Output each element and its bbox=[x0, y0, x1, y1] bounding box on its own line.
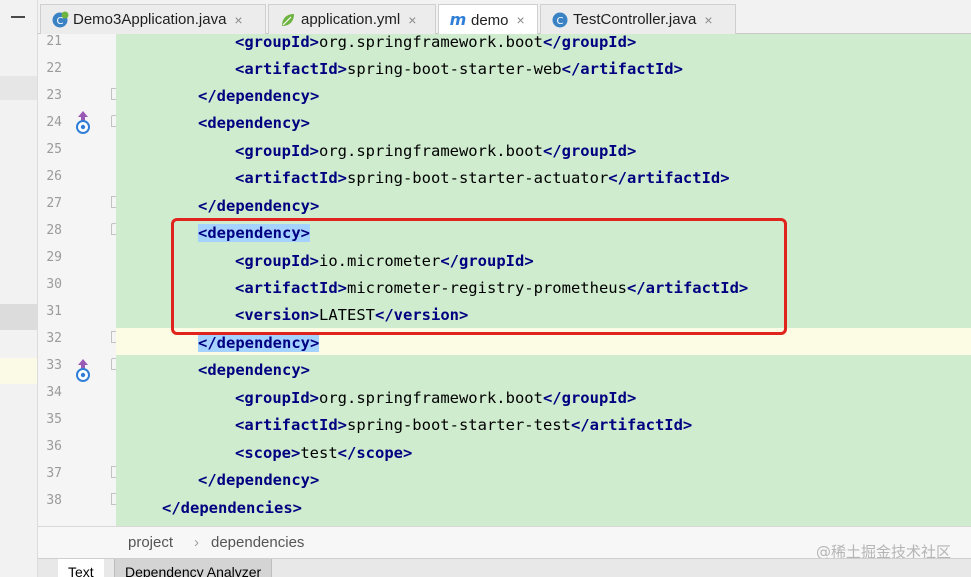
strip-marker bbox=[0, 76, 37, 100]
breadcrumb-separator: › bbox=[194, 534, 199, 551]
line-number: 38 bbox=[46, 493, 62, 508]
code-line: <groupId>org.springframework.boot</group… bbox=[235, 389, 637, 407]
code-line: <dependency> bbox=[198, 114, 310, 132]
close-icon[interactable]: × bbox=[408, 12, 416, 28]
close-icon[interactable]: × bbox=[234, 12, 242, 28]
maven-icon: m bbox=[449, 11, 467, 29]
line-number: 29 bbox=[46, 250, 62, 265]
line-number: 26 bbox=[46, 169, 62, 184]
annotation-highlight-box bbox=[171, 218, 787, 335]
override-gutter-icon[interactable] bbox=[75, 110, 91, 138]
tab-text[interactable]: Text bbox=[58, 559, 104, 577]
tab-label: Demo3Application.java bbox=[73, 11, 227, 28]
svg-text:m: m bbox=[450, 11, 467, 29]
code-line: <groupId>org.springframework.boot</group… bbox=[235, 142, 637, 160]
minimize-icon[interactable] bbox=[11, 16, 25, 18]
svg-text:C: C bbox=[557, 16, 564, 27]
override-gutter-icon[interactable] bbox=[75, 358, 91, 386]
line-number: 31 bbox=[46, 304, 62, 319]
tab-label: TestController.java bbox=[573, 11, 697, 28]
line-number: 27 bbox=[46, 196, 62, 211]
bottom-view-tabs: Text Dependency Analyzer bbox=[38, 558, 971, 577]
strip-marker bbox=[0, 358, 37, 384]
line-number: 35 bbox=[46, 412, 62, 427]
code-line: <scope>test</scope> bbox=[235, 444, 413, 462]
line-number: 36 bbox=[46, 439, 62, 454]
strip-marker bbox=[0, 304, 37, 330]
left-tool-strip bbox=[0, 0, 38, 577]
line-number: 33 bbox=[46, 358, 62, 373]
line-number: 23 bbox=[46, 88, 62, 103]
tab-label: application.yml bbox=[301, 11, 401, 28]
close-icon[interactable]: × bbox=[704, 12, 712, 28]
line-number: 32 bbox=[46, 331, 62, 346]
line-number: 37 bbox=[46, 466, 62, 481]
code-line: </dependency> bbox=[198, 471, 320, 489]
line-number: 24 bbox=[46, 115, 62, 130]
tab-label: demo bbox=[471, 11, 509, 29]
code-line: <groupId>org.springframework.boot</group… bbox=[235, 33, 637, 51]
code-line: <dependency> bbox=[198, 361, 310, 379]
code-line: <artifactId>spring-boot-starter-actuator… bbox=[235, 169, 730, 187]
line-number: 25 bbox=[46, 142, 62, 157]
close-icon[interactable]: × bbox=[517, 12, 525, 28]
code-line: </dependency> bbox=[198, 197, 320, 215]
breadcrumb-item-dependencies[interactable]: dependencies bbox=[211, 534, 304, 551]
svg-text:C: C bbox=[57, 16, 64, 27]
code-line: </dependency> bbox=[198, 87, 320, 105]
spring-class-icon: C bbox=[51, 11, 69, 29]
tab-demo3application[interactable]: C Demo3Application.java × bbox=[40, 4, 266, 34]
code-line: </dependencies> bbox=[162, 499, 302, 517]
editor-gutter: 21 22 23 24 25 26 27 28 29 30 31 32 33 3… bbox=[38, 34, 147, 526]
code-line: <artifactId>spring-boot-starter-test</ar… bbox=[235, 416, 693, 434]
line-number: 28 bbox=[46, 223, 62, 238]
tab-dependency-analyzer[interactable]: Dependency Analyzer bbox=[114, 559, 273, 577]
line-number: 30 bbox=[46, 277, 62, 292]
class-icon: C bbox=[551, 11, 569, 29]
breadcrumb-item-project[interactable]: project bbox=[128, 534, 173, 551]
spring-leaf-icon bbox=[279, 11, 297, 29]
line-number: 22 bbox=[46, 61, 62, 76]
line-number: 21 bbox=[46, 34, 62, 49]
code-line: <artifactId>spring-boot-starter-web</art… bbox=[235, 60, 683, 78]
line-number: 34 bbox=[46, 385, 62, 400]
